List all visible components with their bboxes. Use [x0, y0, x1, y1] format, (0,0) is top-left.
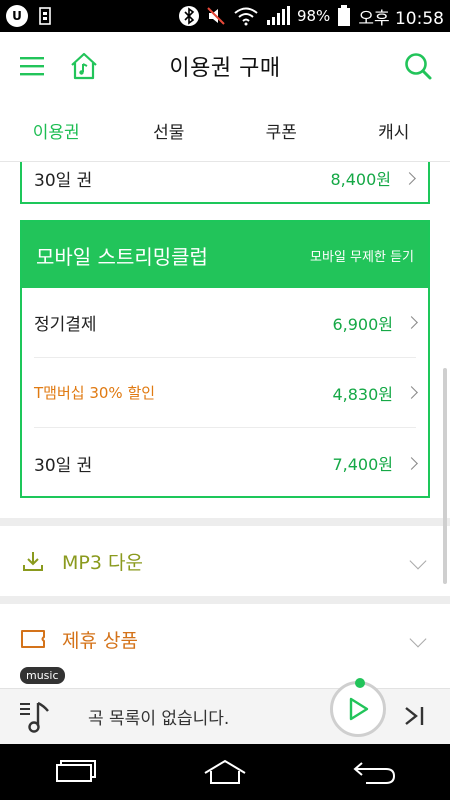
next-button[interactable]: [400, 699, 430, 733]
tab-cash[interactable]: 캐시: [338, 100, 450, 161]
product-price: 6,900원: [332, 314, 393, 334]
product-price: 7,400원: [332, 455, 393, 474]
wifi-icon: [233, 6, 259, 26]
u-app-icon: U: [6, 5, 28, 27]
tab-gift[interactable]: 선물: [113, 100, 226, 161]
recent-apps-button[interactable]: [45, 752, 105, 792]
chevron-down-icon: [409, 552, 427, 570]
search-button[interactable]: [400, 48, 436, 84]
content-area: 30일 권 8,400원 모바일 스트리밍클럽 모바일 무제한 듣기 정기결제 …: [0, 162, 450, 688]
chevron-right-icon: [405, 456, 418, 470]
back-icon: [353, 762, 396, 784]
menu-button[interactable]: [14, 48, 50, 84]
ticket-icon: [20, 626, 46, 652]
status-bar: U 98% 오후 10:58: [0, 0, 450, 32]
home-button[interactable]: [66, 48, 102, 84]
chevron-right-icon: [405, 386, 418, 399]
back-button[interactable]: [345, 752, 405, 792]
section-divider: [0, 518, 450, 526]
mute-icon: [206, 6, 226, 26]
app-header: 이용권 구매: [0, 32, 450, 100]
search-icon: [405, 53, 432, 80]
product-label: 30일 권: [34, 170, 93, 191]
music-badge: music: [20, 667, 65, 684]
status-time: 오후 10:58: [358, 8, 444, 29]
bluetooth-icon: [178, 5, 199, 27]
status-left: U: [6, 5, 52, 27]
product-row-30day[interactable]: 30일 권 7,400원: [34, 428, 418, 498]
club-header: 모바일 스트리밍클럽 모바일 무제한 듣기: [22, 222, 428, 288]
playlist-button[interactable]: [0, 689, 72, 745]
play-button[interactable]: [330, 678, 386, 737]
signal-icon: [266, 6, 290, 26]
recent-apps-icon: [56, 760, 96, 782]
skip-next-icon: [405, 707, 424, 725]
system-nav-bar: [0, 744, 450, 800]
product-label: 정기결제: [34, 315, 97, 335]
product-label: T맴버십 30% 할인: [34, 384, 156, 402]
player-status-text: 곡 목록이 없습니다.: [88, 709, 230, 729]
product-row-tmembership[interactable]: T맴버십 30% 할인 4,830원: [34, 358, 418, 428]
chevron-down-icon: [409, 630, 427, 648]
streaming-club-card: 모바일 스트리밍클럽 모바일 무제한 듣기 정기결제 6,900원 T맴버십 3…: [20, 220, 430, 498]
section-divider: [0, 596, 450, 604]
product-row-subscription[interactable]: 정기결제 6,900원: [34, 288, 418, 358]
product-price: 4,830원: [332, 384, 393, 404]
section-mp3-download[interactable]: MP3 다운: [0, 526, 450, 596]
product-row-30day[interactable]: 30일 권 8,400원: [34, 162, 416, 204]
battery-icon: [337, 5, 351, 27]
home-nav-button[interactable]: [195, 752, 255, 792]
tab-bar: 이용권 선물 쿠폰 캐시: [0, 100, 450, 162]
section-title: 제휴 상품: [62, 629, 138, 652]
mini-player: music 곡 목록이 없습니다.: [0, 667, 450, 745]
product-price: 8,400원: [330, 170, 391, 189]
chevron-right-icon: [403, 171, 416, 185]
usb-icon: [38, 6, 52, 26]
chevron-right-icon: [405, 316, 418, 329]
playlist-music-icon: [20, 701, 49, 733]
menu-icon: [20, 57, 44, 76]
previous-card: 30일 권 8,400원: [20, 162, 430, 204]
scrollbar[interactable]: [443, 368, 447, 584]
battery-percent: 98%: [296, 7, 331, 25]
section-partner-products[interactable]: 제휴 상품: [0, 604, 450, 674]
section-title: MP3 다운: [62, 551, 143, 574]
status-right: 98% 오후 10:58: [178, 4, 444, 29]
home-icon: [204, 759, 246, 784]
play-icon: [349, 697, 369, 721]
tab-coupon[interactable]: 쿠폰: [225, 100, 338, 161]
tab-voucher[interactable]: 이용권: [0, 100, 113, 161]
club-title: 모바일 스트리밍클럽: [36, 244, 208, 269]
product-label: 30일 권: [34, 455, 93, 476]
home-music-icon: [71, 52, 97, 80]
progress-dot: [355, 678, 365, 688]
download-icon: [20, 548, 46, 574]
club-subtitle: 모바일 무제한 듣기: [310, 249, 414, 265]
